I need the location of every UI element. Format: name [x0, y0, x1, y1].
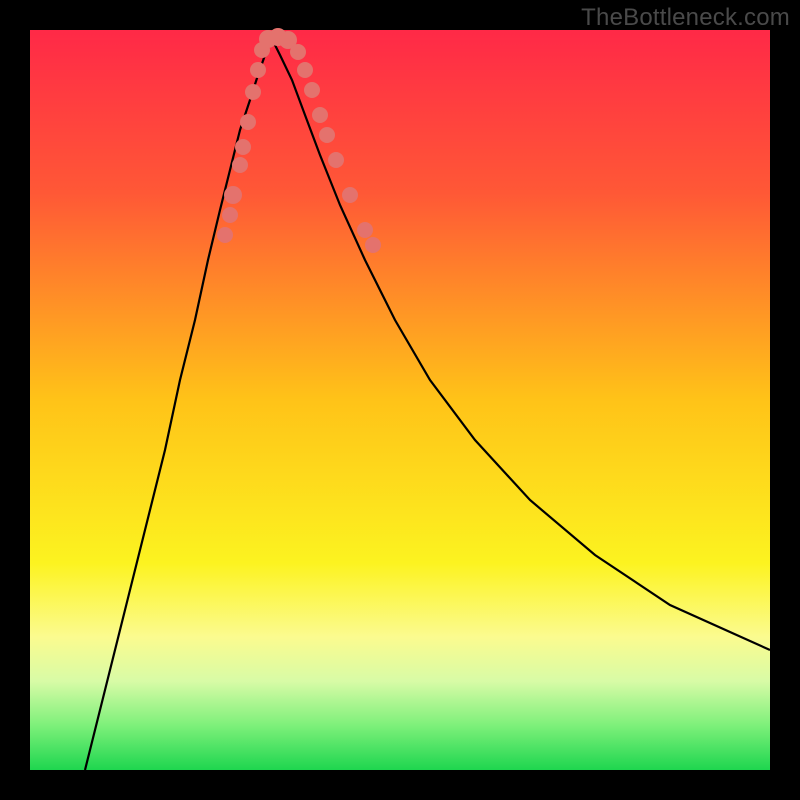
data-point-dot — [235, 139, 251, 155]
data-point-dot — [312, 107, 328, 123]
data-point-dot — [357, 222, 373, 238]
data-point-dot — [250, 62, 266, 78]
curve-right-branch — [270, 35, 770, 650]
data-point-dot — [319, 127, 335, 143]
data-point-dot — [245, 84, 261, 100]
watermark-text: TheBottleneck.com — [581, 4, 790, 32]
data-point-dot — [232, 157, 248, 173]
data-point-dot — [342, 187, 358, 203]
data-point-dot — [365, 237, 381, 253]
data-point-dot — [290, 44, 306, 60]
data-point-dot — [222, 207, 238, 223]
chart-svg — [30, 30, 770, 770]
outer-frame: TheBottleneck.com — [0, 0, 800, 800]
scatter-dots — [217, 28, 381, 253]
data-point-dot — [304, 82, 320, 98]
data-point-dot — [217, 227, 233, 243]
data-point-dot — [240, 114, 256, 130]
data-point-dot — [224, 186, 242, 204]
plot-area — [30, 30, 770, 770]
data-point-dot — [328, 152, 344, 168]
data-point-dot — [297, 62, 313, 78]
